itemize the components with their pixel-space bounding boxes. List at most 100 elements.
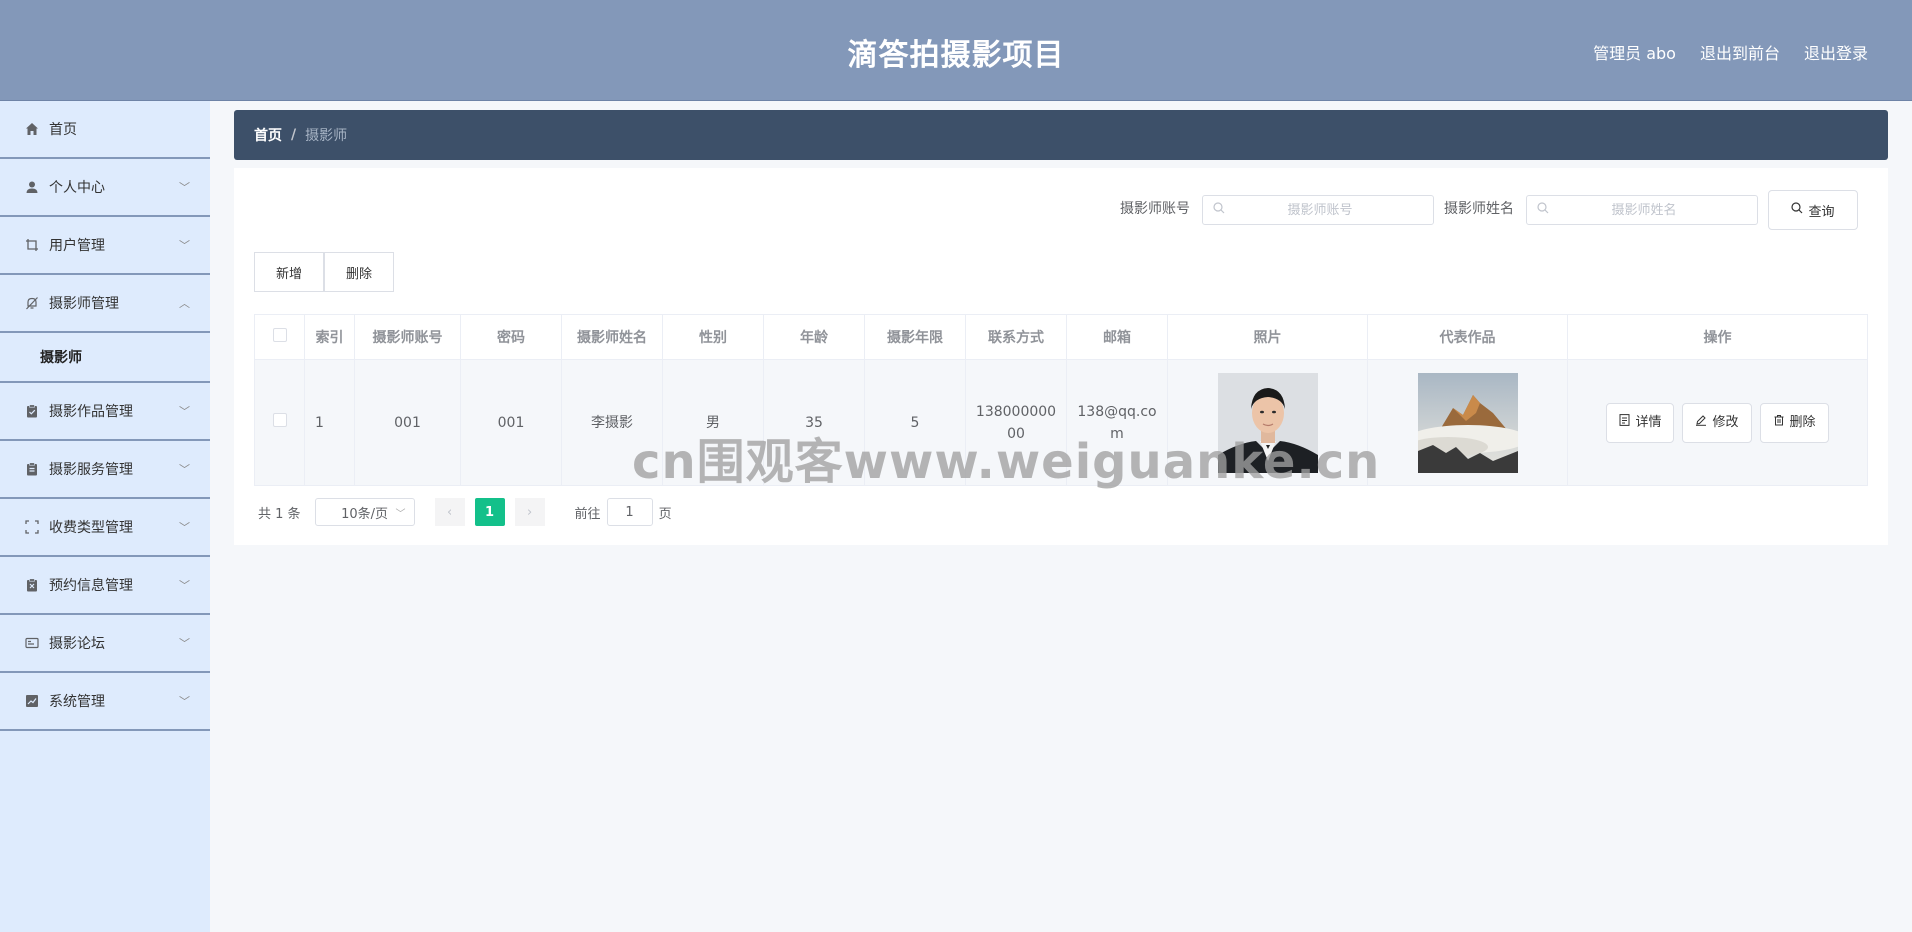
sidebar-item-bookings[interactable]: 预约信息管理 ﹀ [0, 557, 210, 615]
clipboard-x-icon [24, 577, 40, 593]
sidebar-item-users[interactable]: 用户管理 ﹀ [0, 217, 210, 275]
sidebar-item-home[interactable]: 首页 [0, 101, 210, 159]
chevron-down-icon: ﹀ [179, 405, 190, 418]
column-header: 代表作品 [1367, 314, 1568, 360]
page-size-select[interactable]: 10条/页 ﹀ [314, 498, 415, 526]
sidebar-item-label: 系统管理 [49, 694, 105, 710]
cell-operations: 详情 修改 删除 [1567, 359, 1868, 486]
cell-account: 001 [354, 359, 461, 486]
logout-link[interactable]: 退出登录 [1804, 40, 1868, 64]
column-header: 性别 [662, 314, 764, 360]
sidebar-item-label: 首页 [49, 122, 77, 138]
cell-years: 5 [864, 359, 966, 486]
photographer-photo [1217, 372, 1318, 473]
exit-to-front-link[interactable]: 退出到前台 [1700, 40, 1780, 64]
goto-page-input[interactable]: 1 [606, 498, 653, 526]
sidebar-item-label: 摄影作品管理 [49, 404, 133, 420]
search-icon [1213, 202, 1225, 218]
name-search-input[interactable] [1549, 202, 1739, 218]
bell-off-icon [24, 295, 40, 311]
total-count: 共 1 条 [258, 506, 301, 522]
row-checkbox[interactable] [272, 412, 287, 427]
sidebar-item-label: 摄影论坛 [49, 636, 105, 652]
column-header: 邮箱 [1066, 314, 1168, 360]
edit-button[interactable]: 修改 [1682, 402, 1752, 443]
sidebar-item-services[interactable]: 摄影服务管理 ﹀ [0, 441, 210, 499]
breadcrumb: 首页 / 摄影师 [234, 110, 1888, 160]
next-page-button[interactable]: › [514, 498, 545, 526]
name-search-field [1526, 195, 1758, 225]
cell-password: 001 [460, 359, 562, 486]
edit-button-label: 修改 [1712, 414, 1739, 430]
column-header: 联系方式 [965, 314, 1067, 360]
admin-user-label: 管理员 abo [1593, 44, 1676, 63]
search-form: 摄影师账号 摄影师姓名 查询 [1120, 190, 1858, 230]
chevron-down-icon: ﹀ [179, 239, 190, 252]
chevron-down-icon: ﹀ [179, 181, 190, 194]
detail-button-label: 详情 [1635, 414, 1662, 430]
crop-icon [24, 237, 40, 253]
account-search-label: 摄影师账号 [1120, 201, 1190, 217]
chevron-down-icon: ﹀ [179, 637, 190, 650]
user-icon [24, 179, 40, 195]
page-number-current[interactable]: 1 [474, 498, 505, 526]
sidebar-item-works[interactable]: 摄影作品管理 ﹀ [0, 383, 210, 441]
top-header: 滴答拍摄影项目 管理员 abo 退出到前台 退出登录 [0, 0, 1912, 101]
sidebar-item-forum[interactable]: 摄影论坛 ﹀ [0, 615, 210, 673]
search-icon [1791, 202, 1803, 218]
column-header: 摄影年限 [864, 314, 966, 360]
sidebar-item-label: 收费类型管理 [49, 520, 133, 536]
cell-photo [1167, 359, 1368, 486]
account-search-input[interactable] [1225, 202, 1415, 218]
cell-index: 1 [304, 359, 355, 486]
sidebar-item-fee-types[interactable]: 收费类型管理 ﹀ [0, 499, 210, 557]
chevron-down-icon: ﹀ [395, 508, 406, 520]
chart-icon [24, 693, 40, 709]
sidebar-item-photographers[interactable]: 摄影师管理 ︿ [0, 275, 210, 333]
representative-work-image [1417, 372, 1518, 473]
clipboard-icon [24, 461, 40, 477]
clipboard-icon [24, 403, 40, 419]
breadcrumb-home[interactable]: 首页 [254, 125, 282, 145]
pagination: 共 1 条 10条/页 ﹀ ‹ 1 › 前往 1 页 [258, 498, 672, 526]
select-all-checkbox[interactable] [272, 328, 287, 342]
cell-age: 35 [763, 359, 865, 486]
search-icon [1537, 202, 1549, 218]
photographer-table: 索引 摄影师账号 密码 摄影师姓名 性别 年龄 摄影年限 联系方式 邮箱 照片 … [254, 314, 1868, 486]
query-button[interactable]: 查询 [1768, 190, 1858, 230]
detail-button[interactable]: 详情 [1606, 402, 1675, 443]
cell-gender: 男 [662, 359, 764, 486]
column-header: 索引 [304, 314, 355, 360]
header-user-links: 管理员 abo 退出到前台 退出登录 [1593, 40, 1868, 64]
sidebar-item-profile[interactable]: 个人中心 ﹀ [0, 159, 210, 217]
add-button[interactable]: 新增 [254, 252, 324, 292]
goto-label: 前往 [574, 506, 601, 522]
column-header: 密码 [460, 314, 562, 360]
card-icon [24, 635, 40, 651]
sidebar-item-label: 摄影师管理 [49, 296, 119, 312]
table-header-row: 索引 摄影师账号 密码 摄影师姓名 性别 年龄 摄影年限 联系方式 邮箱 照片 … [254, 314, 1868, 360]
chevron-left-icon: ‹ [446, 504, 453, 520]
chevron-down-icon: ﹀ [179, 521, 190, 534]
sidebar-item-label: 预约信息管理 [49, 578, 133, 594]
name-search-label: 摄影师姓名 [1444, 201, 1514, 217]
breadcrumb-current: 摄影师 [305, 128, 348, 144]
sidebar-item-label: 用户管理 [49, 238, 105, 254]
sidebar: 首页 个人中心 ﹀ 用户管理 ﹀ 摄影师管理 ︿ 摄影师 摄影作品管理 ﹀ 摄影… [0, 101, 210, 932]
sidebar-subitem-photographer[interactable]: 摄影师 [0, 333, 210, 383]
cell-phone: 13800000000 [965, 359, 1067, 486]
delete-button[interactable]: 删除 [1759, 402, 1829, 443]
column-header: 摄影师姓名 [561, 314, 663, 360]
goto-suffix: 页 [658, 506, 672, 522]
content-panel: 摄影师账号 摄影师姓名 查询 新增 删除 [234, 168, 1888, 545]
prev-page-button[interactable]: ‹ [434, 498, 465, 526]
chevron-down-icon: ﹀ [179, 463, 190, 476]
select-all-cell [254, 314, 305, 360]
document-icon [1619, 412, 1630, 434]
column-header: 年龄 [763, 314, 865, 360]
chevron-right-icon: › [526, 504, 533, 520]
column-header: 摄影师账号 [354, 314, 461, 360]
sidebar-item-system[interactable]: 系统管理 ﹀ [0, 673, 210, 731]
sidebar-item-label: 摄影服务管理 [49, 462, 133, 478]
batch-delete-button[interactable]: 删除 [324, 252, 394, 292]
